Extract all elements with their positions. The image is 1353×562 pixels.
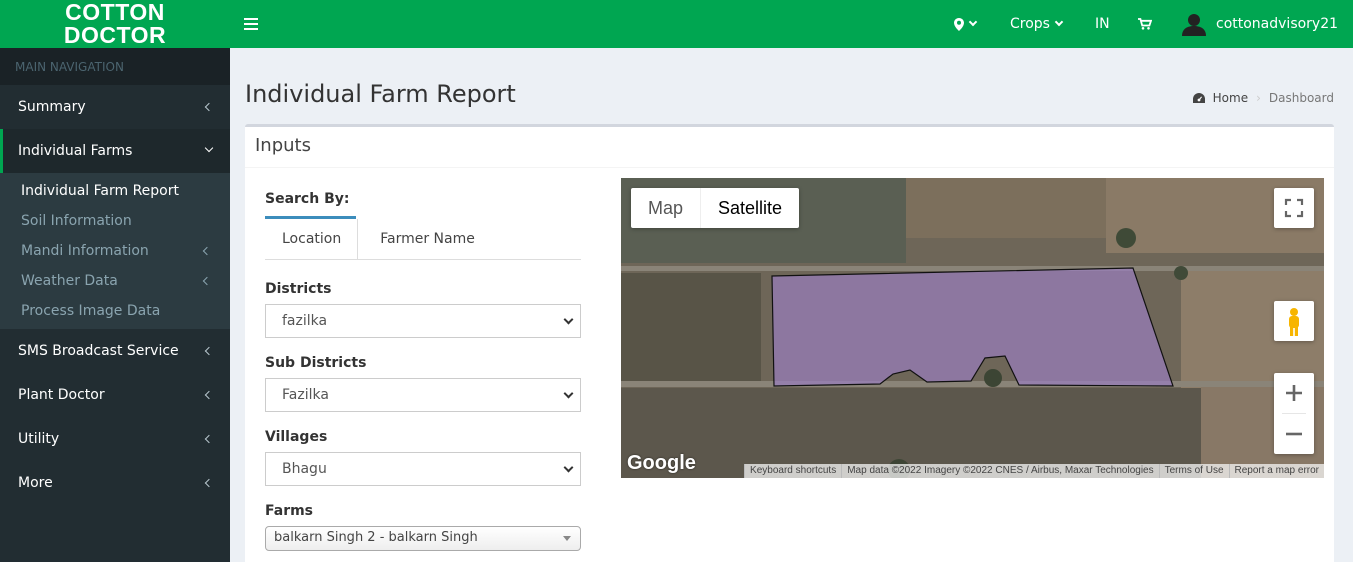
pegman-icon	[1289, 308, 1299, 336]
user-avatar-icon	[1182, 14, 1206, 36]
crops-menu-label: Crops	[1010, 16, 1050, 32]
dropdown-arrow-icon	[563, 536, 571, 541]
map-type-satellite-button[interactable]: Satellite	[700, 188, 799, 228]
breadcrumb-current: Dashboard	[1268, 91, 1334, 105]
sidebar-header: MAIN NAVIGATION	[0, 48, 230, 85]
cart-button[interactable]	[1138, 0, 1152, 48]
crops-menu[interactable]: Crops	[1010, 0, 1064, 48]
keyboard-shortcuts-link[interactable]: Keyboard shortcuts	[744, 464, 841, 478]
sub-districts-value: Fazilka	[282, 387, 329, 403]
chevron-down-icon	[968, 17, 978, 27]
language-menu[interactable]: IN	[1095, 0, 1110, 48]
submenu-item-mandi-information[interactable]: Mandi Information	[0, 236, 230, 266]
sidebar-toggle-icon[interactable]	[244, 14, 258, 34]
map-attribution: Keyboard shortcuts Map data ©2022 Imager…	[744, 464, 1324, 478]
sidebar-item-individual-farms[interactable]: Individual Farms	[0, 129, 230, 173]
fullscreen-icon	[1284, 198, 1304, 218]
map-type-control: Map Satellite	[631, 188, 800, 228]
fullscreen-button[interactable]	[1274, 188, 1314, 228]
user-menu[interactable]: cottonadvisory21	[1182, 0, 1338, 48]
plus-icon	[1286, 385, 1302, 401]
chevron-left-icon	[202, 276, 212, 286]
sub-districts-select[interactable]: Fazilka	[265, 378, 581, 412]
sidebar-item-label: Individual Farms	[18, 143, 133, 159]
sidebar-item-label: Summary	[18, 99, 86, 115]
villages-label: Villages	[265, 429, 328, 445]
submenu-item-individual-farm-report[interactable]: Individual Farm Report	[0, 176, 230, 206]
villages-select[interactable]: Bhagu	[265, 452, 581, 486]
dashboard-icon	[1192, 93, 1205, 103]
satellite-map[interactable]: Map Satellite Google Keyboard shortcuts …	[621, 178, 1324, 478]
breadcrumb-home[interactable]: Home	[1213, 91, 1248, 105]
farms-value: balkarn Singh 2 - balkarn Singh	[274, 530, 478, 545]
tab-farmer-name[interactable]: Farmer Name	[358, 219, 491, 259]
chevron-down-icon	[563, 314, 574, 325]
location-menu[interactable]	[954, 0, 978, 48]
farms-select[interactable]: balkarn Singh 2 - balkarn Singh	[265, 526, 581, 551]
chevron-down-icon	[563, 462, 574, 473]
chevron-left-icon	[204, 478, 214, 488]
page-title: Individual Farm Report	[245, 80, 516, 108]
submenu-item-weather-data[interactable]: Weather Data	[0, 266, 230, 296]
minus-icon	[1286, 432, 1302, 436]
breadcrumb: Home › Dashboard	[1192, 91, 1334, 105]
districts-label: Districts	[265, 281, 332, 297]
top-navbar: Crops IN cottonadvisory21	[230, 0, 1353, 48]
districts-select[interactable]: fazilka	[265, 304, 581, 338]
username: cottonadvisory21	[1216, 16, 1339, 32]
chevron-left-icon	[202, 246, 212, 256]
submenu-item-label: Weather Data	[21, 273, 118, 289]
submenu-item-soil-information[interactable]: Soil Information	[0, 206, 230, 236]
sidebar-item-more[interactable]: More	[0, 461, 230, 505]
search-by-label: Search By:	[265, 191, 350, 207]
search-tabs: Location Farmer Name	[265, 219, 581, 260]
chevron-left-icon	[204, 102, 214, 112]
sidebar-item-summary[interactable]: Summary	[0, 85, 230, 129]
zoom-control	[1274, 373, 1314, 454]
chevron-down-icon	[563, 388, 574, 399]
chevron-left-icon	[204, 434, 214, 444]
submenu-item-process-image-data[interactable]: Process Image Data	[0, 296, 230, 329]
chevron-down-icon	[1054, 17, 1064, 27]
map-type-map-button[interactable]: Map	[631, 188, 700, 228]
map-data-attribution: Map data ©2022 Imagery ©2022 CNES / Airb…	[841, 464, 1158, 478]
sidebar-item-label: SMS Broadcast Service	[18, 343, 179, 359]
tab-location[interactable]: Location	[265, 219, 359, 259]
sub-districts-label: Sub Districts	[265, 355, 367, 371]
zoom-out-button[interactable]	[1274, 414, 1314, 454]
individual-farms-submenu: Individual Farm Report Soil Information …	[0, 173, 230, 329]
street-view-pegman-button[interactable]	[1274, 301, 1314, 341]
sidebar-item-label: Utility	[18, 431, 60, 447]
brand-logo[interactable]: COTTON DOCTOR	[0, 0, 230, 48]
sidebar-item-plant-doctor[interactable]: Plant Doctor	[0, 373, 230, 417]
villages-value: Bhagu	[282, 461, 327, 477]
brand-line-2: DOCTOR	[63, 22, 167, 48]
submenu-item-label: Mandi Information	[21, 243, 149, 259]
inputs-panel-title: Inputs	[245, 127, 1334, 168]
chevron-left-icon	[204, 346, 214, 356]
sidebar-item-utility[interactable]: Utility	[0, 417, 230, 461]
chevron-down-icon	[204, 143, 214, 153]
sidebar-item-label: More	[18, 475, 53, 491]
google-logo: Google	[627, 452, 696, 474]
cart-icon	[1138, 18, 1152, 30]
sidebar-item-sms-broadcast[interactable]: SMS Broadcast Service	[0, 329, 230, 373]
terms-of-use-link[interactable]: Terms of Use	[1158, 464, 1229, 478]
sidebar-item-label: Plant Doctor	[18, 387, 105, 403]
breadcrumb-separator: ›	[1256, 91, 1261, 105]
language-label: IN	[1095, 16, 1110, 32]
sidebar: MAIN NAVIGATION Summary Individual Farms…	[0, 48, 230, 562]
districts-value: fazilka	[282, 313, 328, 329]
report-map-error-link[interactable]: Report a map error	[1228, 464, 1324, 478]
brand-line-1: COTTON	[65, 0, 165, 25]
zoom-in-button[interactable]	[1274, 373, 1314, 413]
map-marker-icon	[954, 17, 964, 31]
farms-label: Farms	[265, 503, 314, 519]
chevron-left-icon	[204, 390, 214, 400]
inputs-panel: Inputs Search By: Location Farmer Name D…	[245, 124, 1334, 562]
